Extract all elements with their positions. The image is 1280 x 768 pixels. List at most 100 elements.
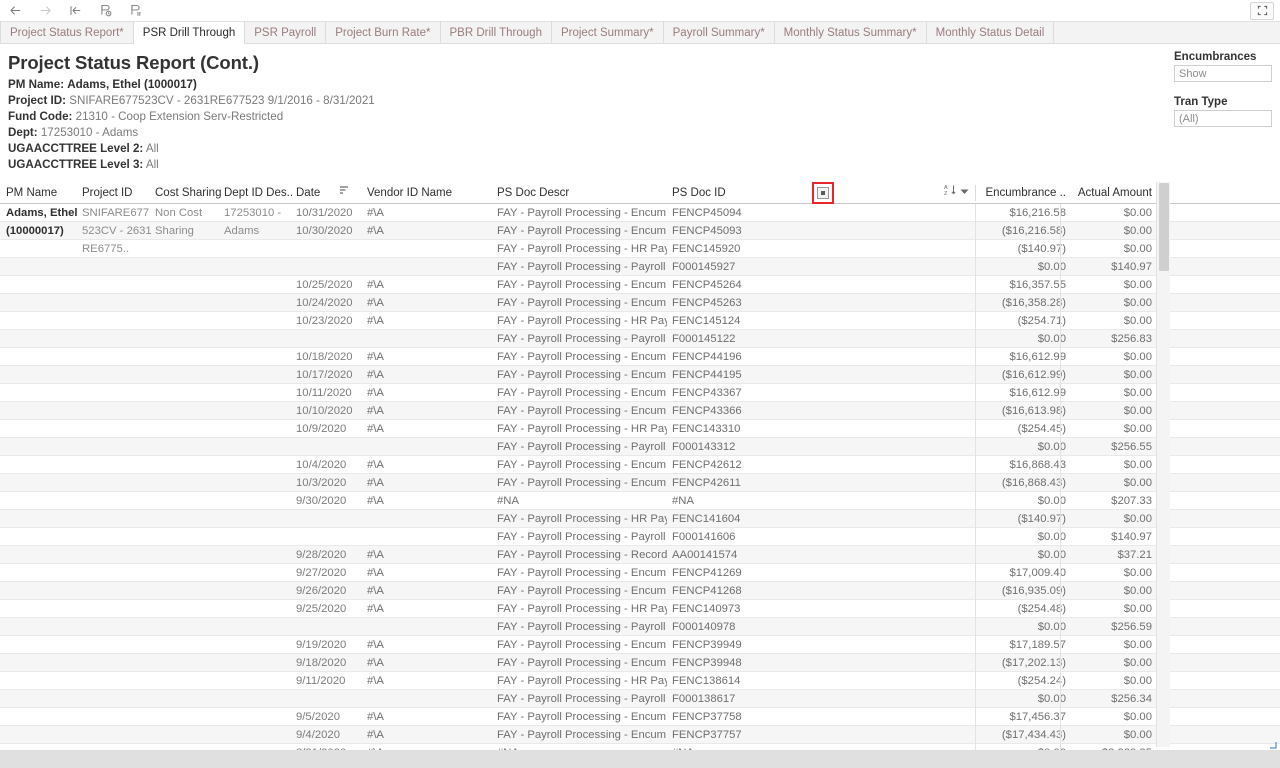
ps-doc-id-sort-az-icon[interactable]: A Z <box>944 182 957 204</box>
cell-date: 10/25/2020 <box>296 279 353 291</box>
column-header-encumbrance[interactable]: Encumbrance .. <box>979 182 1066 204</box>
report-meta-line: PM Name: Adams, Ethel (1000017) <box>8 77 1170 93</box>
resize-corner-icon[interactable] <box>1269 741 1277 749</box>
table-row[interactable]: 10/17/2020 #\A FAY - Payroll Processing - … <box>0 366 1280 384</box>
pause-auto-update-icon[interactable] <box>120 0 150 22</box>
table-row[interactable]: FAY - Payroll Processing - Payroll .. F00… <box>0 528 1280 546</box>
filter-label-encumbrances: Encumbrances <box>1174 51 1257 63</box>
report-meta-value: Adams, Ethel (1000017) <box>67 78 197 91</box>
cell-actual-amount: $256.34 <box>1111 693 1152 705</box>
table-row[interactable]: 10/25/2020 #\A FAY - Payroll Processing - … <box>0 276 1280 294</box>
table-row[interactable]: 10/23/2020 #\A FAY - Payroll Processing - … <box>0 312 1280 330</box>
cell-ps-doc-descr: FAY - Payroll Processing - Encum.. <box>497 369 667 381</box>
table-row[interactable]: 10/4/2020 #\A FAY - Payroll Processing - E… <box>0 456 1280 474</box>
cell-ps-doc-descr: FAY - Payroll Processing - Encum.. <box>497 729 667 741</box>
table-row[interactable]: 10/30/2020 #\A FAY - Payroll Processing - … <box>0 222 1280 240</box>
cell-ps-doc-id: FENC145124 <box>672 315 741 327</box>
table-row[interactable]: 9/27/2020 #\A FAY - Payroll Processing - E… <box>0 564 1280 582</box>
table-row[interactable]: 9/26/2020 #\A FAY - Payroll Processing - E… <box>0 582 1280 600</box>
vertical-scrollbar[interactable] <box>1156 182 1170 747</box>
column-divider <box>975 204 976 762</box>
column-header-project-id[interactable]: Project ID <box>82 182 152 204</box>
filter-dropdown-encumbrances[interactable]: Show <box>1174 65 1272 82</box>
cell-vendor-id-name: #\A <box>367 297 384 309</box>
fullscreen-icon[interactable] <box>1250 1 1274 20</box>
chevron-down-icon[interactable] <box>960 182 969 204</box>
column-header-actual-amount[interactable]: Actual Amount <box>1070 182 1152 204</box>
worksheet-tab-monthly-status-detail[interactable]: Monthly Status Detail <box>926 22 1055 43</box>
cell-ps-doc-id: #NA <box>672 495 694 507</box>
table-row[interactable]: 9/19/2020 #\A FAY - Payroll Processing - E… <box>0 636 1280 654</box>
worksheet-tab-project-burn-rate[interactable]: Project Burn Rate* <box>326 22 441 43</box>
cell-actual-amount: $0.00 <box>1123 567 1152 579</box>
report-meta-line: Dept: 17253010 - Adams <box>8 125 1170 141</box>
column-header-vendor-id-name[interactable]: Vendor ID Name <box>367 182 477 204</box>
cell-date: 10/3/2020 <box>296 477 347 489</box>
revert-all-icon[interactable] <box>60 0 90 22</box>
table-row[interactable]: 9/30/2020 #\A #NA #NA $0.00 $207.33 <box>0 492 1280 510</box>
filter-dropdown-tran-type[interactable]: (All) <box>1174 110 1272 127</box>
cell-date: 9/27/2020 <box>296 567 347 579</box>
worksheet-tab-psr-payroll[interactable]: PSR Payroll <box>245 22 327 43</box>
column-header-cost-sharing[interactable]: Cost Sharing <box>155 182 231 204</box>
table-row[interactable]: 10/31/2020 #\A FAY - Payroll Processing - … <box>0 204 1280 222</box>
table-row[interactable]: FAY - Payroll Processing - Payroll .. F00… <box>0 690 1280 708</box>
cell-vendor-id-name: #\A <box>367 657 384 669</box>
cell-ps-doc-id: FENC138614 <box>672 675 741 687</box>
table-row[interactable]: 9/28/2020 #\A FAY - Payroll Processing - R… <box>0 546 1280 564</box>
back-arrow-icon[interactable] <box>0 0 30 22</box>
table-row[interactable]: FAY - Payroll Processing - HR Pay.. FENC1… <box>0 240 1280 258</box>
table-row[interactable]: 10/24/2020 #\A FAY - Payroll Processing - … <box>0 294 1280 312</box>
worksheet-tab-payroll-summary[interactable]: Payroll Summary* <box>663 22 775 43</box>
cell-ps-doc-id: FENCP43367 <box>672 387 742 399</box>
refresh-data-source-icon[interactable] <box>90 0 120 22</box>
table-row[interactable]: FAY - Payroll Processing - Payroll .. F00… <box>0 438 1280 456</box>
table-row[interactable]: FAY - Payroll Processing - Payroll .. F00… <box>0 330 1280 348</box>
cell-date <box>296 690 356 708</box>
cell-actual-amount: $0.00 <box>1123 513 1152 525</box>
cell-actual-amount: $140.97 <box>1111 531 1152 543</box>
report-meta-value: 21310 - Coop Extension Serv-Restricted <box>75 110 284 123</box>
report-meta-value: SNIFARE677523CV - 2631RE677523 9/1/2016 … <box>69 94 375 107</box>
table-row[interactable]: 9/25/2020 #\A FAY - Payroll Processing - H… <box>0 600 1280 618</box>
cell-ps-doc-descr: FAY - Payroll Processing - Encum.. <box>497 405 667 417</box>
table-row[interactable]: 10/10/2020 #\A FAY - Payroll Processing - … <box>0 402 1280 420</box>
cell-ps-doc-descr: FAY - Payroll Processing - Encum.. <box>497 585 667 597</box>
table-row[interactable]: 10/18/2020 #\A FAY - Payroll Processing - … <box>0 348 1280 366</box>
column-header-pm-name[interactable]: PM Name <box>6 182 76 204</box>
table-row[interactable]: 10/3/2020 #\A FAY - Payroll Processing - E… <box>0 474 1280 492</box>
worksheet-tab-monthly-status-summary[interactable]: Monthly Status Summary* <box>774 22 927 43</box>
column-header-date[interactable]: Date <box>296 182 342 204</box>
worksheet-tab-project-summary[interactable]: Project Summary* <box>551 22 664 43</box>
cell-actual-amount: $256.55 <box>1111 441 1152 453</box>
cell-encumbrance: ($17,434.43) <box>1001 729 1066 741</box>
table-row[interactable]: 9/4/2020 #\A FAY - Payroll Processing - En… <box>0 726 1280 744</box>
worksheet-tab-project-status-report[interactable]: Project Status Report* <box>0 22 134 43</box>
vertical-scrollbar-thumb[interactable] <box>1159 183 1169 271</box>
worksheet-tab-psr-drill-through[interactable]: PSR Drill Through <box>133 22 246 44</box>
cell-ps-doc-id: FENCP42611 <box>672 477 741 489</box>
worksheet-tab-strip: Project Status Report* PSR Drill Through P… <box>0 22 1280 44</box>
cell-vendor-id-name <box>367 258 477 276</box>
cell-actual-amount: $0.00 <box>1123 639 1152 651</box>
column-header-ps-doc-descr[interactable]: PS Doc Descr <box>497 182 647 204</box>
worksheet-tab-pbr-drill-through[interactable]: PBR Drill Through <box>440 22 552 43</box>
table-row[interactable]: 10/11/2020 #\A FAY - Payroll Processing - … <box>0 384 1280 402</box>
cell-date: 10/11/2020 <box>296 387 352 399</box>
cell-ps-doc-id: FENCP45094 <box>672 207 742 219</box>
table-row[interactable]: 9/5/2020 #\A FAY - Payroll Processing - En… <box>0 708 1280 726</box>
table-row[interactable]: 10/9/2020 #\A FAY - Payroll Processing - H… <box>0 420 1280 438</box>
table-row[interactable]: 9/11/2020 #\A FAY - Payroll Processing - H… <box>0 672 1280 690</box>
forward-arrow-icon[interactable] <box>30 0 60 22</box>
table-row[interactable]: 9/18/2020 #\A FAY - Payroll Processing - E… <box>0 654 1280 672</box>
table-row[interactable]: FAY - Payroll Processing - Payroll .. F00… <box>0 258 1280 276</box>
cell-encumbrance: $16,612.99 <box>1009 351 1066 363</box>
cell-ps-doc-descr: FAY - Payroll Processing - Payroll .. <box>497 441 667 453</box>
table-row[interactable]: FAY - Payroll Processing - HR Pay.. FENC1… <box>0 510 1280 528</box>
cell-date: 9/25/2020 <box>296 603 347 615</box>
cell-encumbrance: ($254.24) <box>1017 675 1066 687</box>
column-header-dept-id-descr[interactable]: Dept ID Des.. <box>224 182 294 204</box>
date-sort-descending-icon[interactable] <box>338 182 350 204</box>
table-row[interactable]: FAY - Payroll Processing - Payroll .. F00… <box>0 618 1280 636</box>
column-header-ps-doc-id[interactable]: PS Doc ID <box>672 182 792 204</box>
